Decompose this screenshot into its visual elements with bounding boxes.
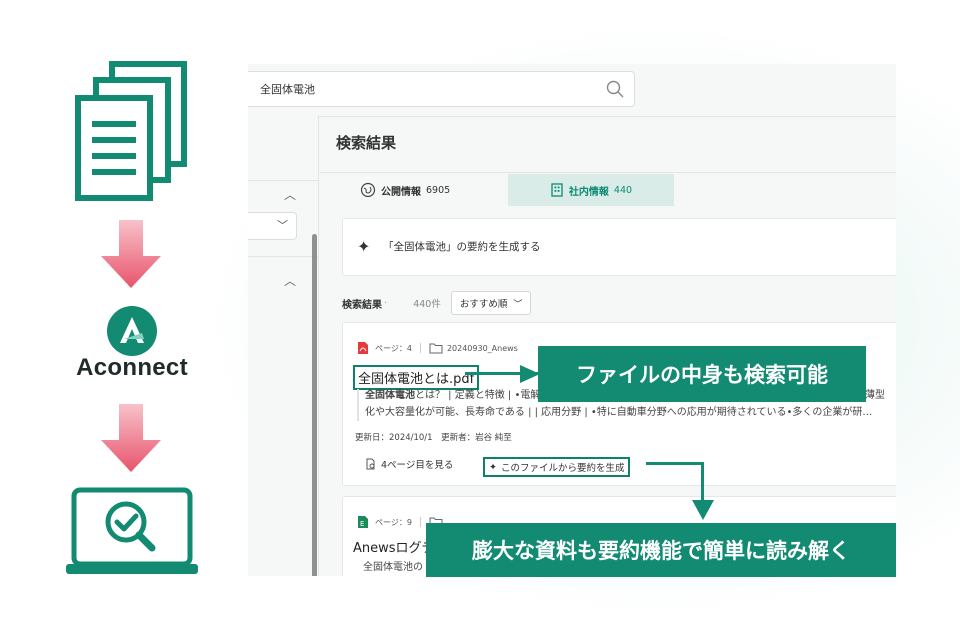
page-title: 検索結果 — [336, 134, 397, 152]
divider — [419, 517, 421, 527]
top-bar — [248, 64, 896, 117]
results-header: 検索結果 · 440件 おすすめ順 ﹀ — [342, 291, 532, 315]
aconnect-logo-icon — [107, 306, 157, 356]
folder-name[interactable]: 20240930_Anews — [447, 344, 518, 353]
summary-generate-card[interactable]: ✦ 「全固体電池」の要約を生成する — [342, 218, 896, 276]
snippet-text: 化や大容量化が可能、長寿命である | | 応用分野 | •特に自動車分野への応用… — [365, 407, 873, 418]
view-page-button[interactable]: 4ページ目を見る — [365, 457, 453, 471]
updated-info: 更新日：2024/10/1 更新者：岩谷 純至 — [355, 433, 512, 443]
folder-icon — [429, 343, 443, 353]
results-label: 検索結果 — [342, 299, 382, 311]
snippet-text: とは？ | 定義と特徴 | •電解 — [415, 390, 541, 401]
file-title-link[interactable]: Anewsログデ — [353, 537, 435, 556]
chevron-down-icon: ﹀ — [513, 299, 523, 310]
search-box[interactable] — [248, 71, 635, 107]
laptop-search-icon — [66, 487, 198, 574]
building-icon — [551, 183, 563, 197]
sparkle-icon: ✦ — [489, 461, 497, 473]
search-icon[interactable] — [606, 80, 624, 98]
svg-text:E: E — [360, 520, 364, 528]
excel-icon: E — [358, 516, 368, 528]
sort-dropdown[interactable]: おすすめ順 ﹀ — [450, 291, 532, 315]
documents-icon — [75, 61, 187, 201]
filter-sidebar: ︿ ﹀ ︿ — [248, 116, 319, 576]
callout-summarize: 膨大な資料も要約機能で簡単に読み解く — [426, 523, 896, 577]
arrow-down-icon — [101, 404, 161, 472]
divider — [248, 180, 318, 181]
divider — [419, 343, 421, 353]
tab-label: 公開情報 — [381, 186, 421, 198]
brand-name: Aconnect — [76, 354, 188, 381]
arrow-right-icon — [520, 365, 540, 383]
globe-icon — [360, 182, 376, 198]
divider — [248, 256, 318, 257]
sparkle-icon: ✦ — [357, 237, 371, 256]
chevron-up-icon[interactable]: ︿ — [284, 272, 296, 289]
results-count: 440件 — [413, 299, 441, 310]
tab-public-info[interactable]: 公開情報 6905 — [360, 174, 500, 206]
summarize-label: このファイルから要約を生成 — [500, 463, 625, 474]
page-number: ページ：9 — [375, 517, 412, 527]
chevron-down-icon: ﹀ — [277, 219, 288, 232]
result-meta: ページ：4 20240930_Anews — [357, 341, 518, 355]
flow-diagram: Aconnect — [0, 0, 260, 640]
snippet-highlight: 全固体電池 — [365, 390, 415, 401]
tab-count: 440 — [613, 184, 633, 196]
callout-connector — [646, 462, 704, 465]
callout-connector — [701, 462, 704, 504]
scrollbar[interactable] — [312, 234, 317, 576]
summary-prompt: 「全固体電池」の要約を生成する — [383, 241, 541, 253]
search-app-window: ︿ ﹀ ︿ 検索結果 公開情報 6905 社内情報 440 — [248, 64, 896, 576]
arrow-down-icon — [692, 500, 714, 520]
chevron-up-icon[interactable]: ︿ — [284, 186, 296, 203]
filter-select[interactable]: ﹀ — [248, 212, 297, 240]
tab-internal-info[interactable]: 社内情報 440 — [508, 174, 674, 206]
callout-search-inside: ファイルの中身も検索可能 — [538, 346, 866, 402]
page-search-icon — [366, 458, 375, 470]
snippet-bar — [357, 389, 359, 421]
tab-count: 6905 — [426, 184, 451, 196]
view-page-label: 4ページ目を見る — [381, 460, 454, 471]
search-input[interactable] — [258, 78, 592, 100]
divider — [320, 172, 896, 173]
results-dot: · — [384, 297, 388, 309]
page-number: ページ：4 — [375, 343, 412, 353]
summarize-file-button[interactable]: ✦ このファイルから要約を生成 — [483, 457, 631, 477]
tab-label: 社内情報 — [568, 186, 609, 198]
sort-label: おすすめ順 — [459, 299, 508, 310]
arrow-down-icon — [101, 220, 161, 288]
pdf-icon — [358, 342, 368, 354]
